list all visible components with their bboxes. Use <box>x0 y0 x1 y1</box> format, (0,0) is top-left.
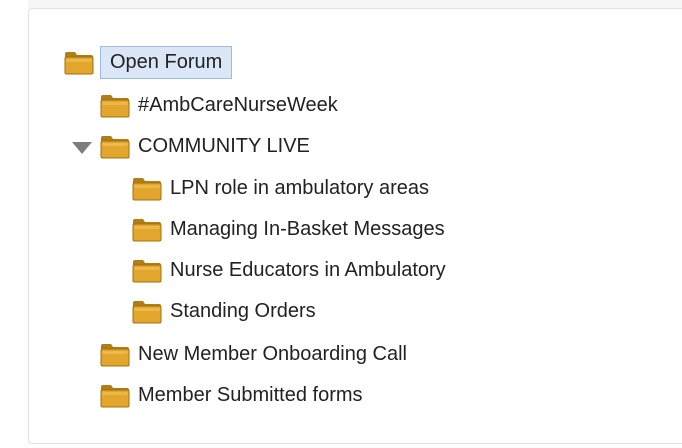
tree-node-label[interactable]: New Member Onboarding Call <box>138 342 407 366</box>
tree-node-nurse-educators[interactable]: Nurse Educators in Ambulatory <box>132 255 446 285</box>
tree-node-label[interactable]: #AmbCareNurseWeek <box>138 93 338 117</box>
folder-icon <box>132 298 162 324</box>
folder-icon <box>100 382 130 408</box>
folder-icon <box>100 341 130 367</box>
tree-node-ambcarenurseweek[interactable]: #AmbCareNurseWeek <box>100 90 338 120</box>
tree-node-label[interactable]: Standing Orders <box>170 299 316 323</box>
folder-icon <box>100 133 130 159</box>
folder-icon <box>132 175 162 201</box>
folder-icon <box>100 92 130 118</box>
tree-node-standing-orders[interactable]: Standing Orders <box>132 296 316 326</box>
folder-icon <box>64 49 94 75</box>
tree-node-member-submitted-forms[interactable]: Member Submitted forms <box>100 380 363 410</box>
tree-node-label[interactable]: COMMUNITY LIVE <box>138 134 310 158</box>
tree-node-label[interactable]: Nurse Educators in Ambulatory <box>170 258 446 282</box>
folder-icon <box>132 257 162 283</box>
tree-node-label[interactable]: Managing In-Basket Messages <box>170 217 445 241</box>
tree-node-community-live[interactable]: COMMUNITY LIVE <box>100 131 310 161</box>
tree-node-in-basket[interactable]: Managing In-Basket Messages <box>132 214 445 244</box>
tree-node-open-forum[interactable]: Open Forum <box>64 45 233 79</box>
tree-node-onboarding-call[interactable]: New Member Onboarding Call <box>100 339 407 369</box>
folder-icon <box>132 216 162 242</box>
tree-node-lpn-role[interactable]: LPN role in ambulatory areas <box>132 173 429 203</box>
tree-node-label[interactable]: Open Forum <box>100 45 233 79</box>
triangle-down-icon[interactable] <box>71 141 93 155</box>
tree-node-label[interactable]: LPN role in ambulatory areas <box>170 176 429 200</box>
tree-node-label[interactable]: Member Submitted forms <box>138 383 363 407</box>
